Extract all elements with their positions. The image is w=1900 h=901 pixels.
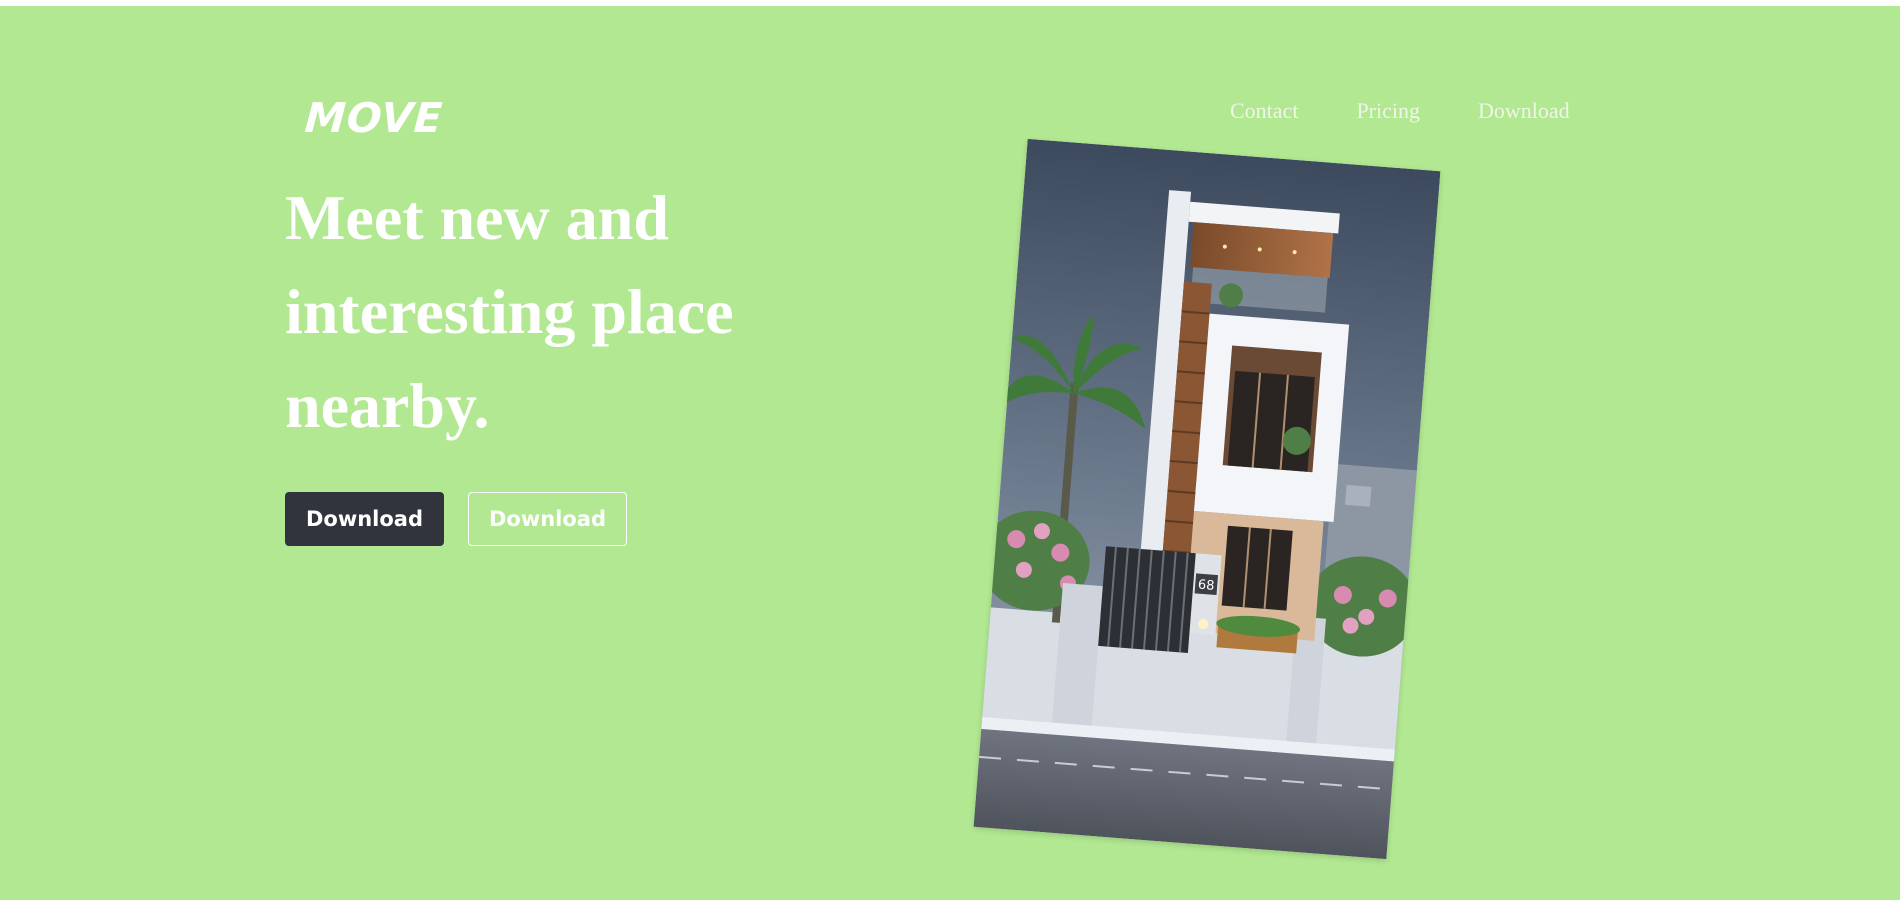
house-illustration: 68 [973, 138, 1441, 860]
download-primary-button[interactable]: Download [285, 492, 444, 546]
house-image: 68 [973, 138, 1441, 860]
hero-page: MOVE Contact Pricing Download Meet new a… [0, 6, 1900, 900]
house-number: 68 [1197, 578, 1215, 594]
top-nav: Contact Pricing Download [1230, 98, 1570, 124]
logo[interactable]: MOVE [303, 94, 444, 142]
headline-line-3: nearby. [285, 370, 490, 441]
nav-item-contact[interactable]: Contact [1230, 98, 1298, 124]
nav-item-download[interactable]: Download [1478, 98, 1570, 124]
hero-headline: Meet new and interesting place nearby. [285, 171, 845, 453]
headline-line-2: interesting place [285, 276, 734, 347]
nav-item-pricing[interactable]: Pricing [1356, 98, 1420, 124]
download-secondary-button[interactable]: Download [468, 492, 627, 546]
headline-line-1: Meet new and [285, 182, 669, 253]
